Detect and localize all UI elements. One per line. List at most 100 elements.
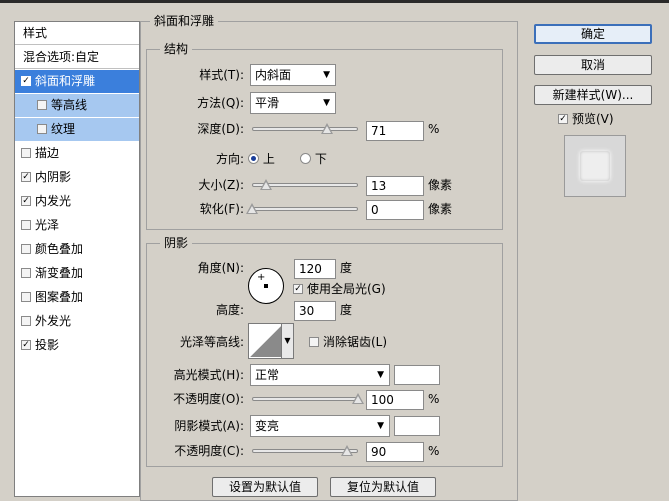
styles-list: 样式 混合选项:自定 斜面和浮雕 等高线 纹理 描边 内阴影 内发光 光泽 颜色… [14, 21, 140, 497]
bevel-emboss-checkbox[interactable] [21, 75, 31, 86]
angle-wheel[interactable]: + [248, 268, 284, 304]
anti-alias-checkbox[interactable] [309, 336, 319, 347]
size-input[interactable]: 13 [366, 176, 424, 196]
style-preview-swatch [580, 151, 610, 181]
angle-input[interactable]: 120 [294, 259, 336, 279]
style-item-pattern-overlay[interactable]: 图案叠加 [15, 286, 139, 309]
style-item-inner-glow[interactable]: 内发光 [15, 190, 139, 213]
gradient-overlay-label: 渐变叠加 [35, 266, 84, 280]
style-item-satin[interactable]: 光泽 [15, 214, 139, 237]
size-unit: 像素 [428, 178, 453, 192]
soften-slider[interactable] [246, 203, 358, 217]
altitude-unit: 度 [340, 303, 353, 317]
anti-alias-label: 消除锯齿(L) [323, 335, 388, 349]
style-item-texture[interactable]: 纹理 [15, 118, 139, 141]
style-item-contour[interactable]: 等高线 [15, 94, 139, 117]
shadow-color-swatch[interactable] [394, 416, 440, 436]
size-label: 大小(Z): [198, 178, 244, 192]
shadow-opacity-slider[interactable] [252, 445, 358, 459]
style-item-bevel-emboss[interactable]: 斜面和浮雕 [15, 70, 139, 93]
contour-label: 等高线 [51, 98, 88, 112]
color-overlay-checkbox[interactable] [21, 243, 31, 254]
chevron-down-icon: ▼ [323, 70, 330, 80]
outer-glow-checkbox[interactable] [21, 315, 31, 326]
highlight-color-swatch[interactable] [394, 365, 440, 385]
bevel-style-select[interactable]: 内斜面 ▼ [250, 64, 336, 86]
shadow-opacity-unit: % [428, 444, 440, 458]
technique-select[interactable]: 平滑 ▼ [250, 92, 336, 114]
texture-checkbox[interactable] [37, 123, 47, 134]
stroke-checkbox[interactable] [21, 147, 31, 158]
size-slider-thumb[interactable] [259, 179, 272, 190]
chevron-down-icon: ▼ [323, 98, 330, 108]
make-default-button[interactable]: 设置为默认值 [212, 477, 318, 497]
depth-slider-track [252, 127, 358, 131]
angle-wheel-center [264, 284, 268, 288]
style-item-drop-shadow[interactable]: 投影 [15, 334, 139, 357]
depth-slider-thumb[interactable] [321, 123, 334, 134]
size-slider[interactable] [252, 179, 358, 193]
layer-style-dialog: 样式 混合选项:自定 斜面和浮雕 等高线 纹理 描边 内阴影 内发光 光泽 颜色… [0, 3, 669, 501]
global-light-option[interactable]: 使用全局光(G) [293, 279, 386, 299]
shadow-mode-select[interactable]: 变亮 ▼ [250, 415, 390, 437]
inner-glow-checkbox[interactable] [21, 195, 31, 206]
reset-default-button[interactable]: 复位为默认值 [330, 477, 436, 497]
gloss-contour-picker[interactable]: ▼ [248, 323, 294, 359]
highlight-opacity-input[interactable]: 100 [366, 390, 424, 410]
blending-options-item[interactable]: 混合选项:自定 [15, 46, 139, 69]
pattern-overlay-checkbox[interactable] [21, 291, 31, 302]
style-label: 样式(T): [199, 68, 244, 82]
highlight-opacity-slider[interactable] [252, 393, 364, 407]
global-light-checkbox[interactable] [293, 283, 303, 294]
contour-checkbox[interactable] [37, 99, 47, 110]
highlight-opacity-label: 不透明度(O): [173, 392, 244, 406]
direction-up-option[interactable]: 上 [248, 149, 275, 169]
soften-slider-track [252, 207, 358, 211]
depth-slider[interactable] [252, 123, 358, 137]
altitude-input[interactable]: 30 [294, 301, 336, 321]
highlight-opacity-unit: % [428, 392, 440, 406]
cancel-button[interactable]: 取消 [534, 55, 652, 75]
shadow-opacity-thumb[interactable] [341, 445, 354, 456]
shadow-opacity-input[interactable]: 90 [366, 442, 424, 462]
shadow-mode-value: 变亮 [255, 419, 280, 433]
direction-up-radio[interactable] [248, 153, 259, 164]
chevron-down-icon: ▼ [377, 370, 384, 380]
anti-alias-option[interactable]: 消除锯齿(L) [309, 332, 387, 352]
direction-down-radio[interactable] [300, 153, 311, 164]
gradient-overlay-checkbox[interactable] [21, 267, 31, 278]
direction-down-option[interactable]: 下 [300, 149, 327, 169]
shadow-mode-label: 阴影模式(A): [174, 419, 244, 433]
ok-button[interactable]: 确定 [534, 24, 652, 44]
highlight-opacity-thumb[interactable] [352, 393, 364, 404]
style-item-stroke[interactable]: 描边 [15, 142, 139, 165]
style-item-color-overlay[interactable]: 颜色叠加 [15, 238, 139, 261]
preview-option[interactable]: 预览(V) [558, 109, 614, 129]
drop-shadow-checkbox[interactable] [21, 339, 31, 350]
satin-checkbox[interactable] [21, 219, 31, 230]
technique-value: 平滑 [255, 96, 280, 110]
depth-unit: % [428, 122, 440, 136]
new-style-button[interactable]: 新建样式(W)... [534, 85, 652, 105]
shading-title: 阴影 [160, 236, 193, 250]
style-item-outer-glow[interactable]: 外发光 [15, 310, 139, 333]
highlight-mode-select[interactable]: 正常 ▼ [250, 364, 390, 386]
style-item-inner-shadow[interactable]: 内阴影 [15, 166, 139, 189]
contour-curve-icon [250, 325, 282, 357]
depth-input[interactable]: 71 [366, 121, 424, 141]
crosshair-icon: + [257, 272, 266, 283]
soften-slider-thumb[interactable] [246, 203, 258, 214]
soften-input[interactable]: 0 [366, 200, 424, 220]
highlight-mode-label: 高光模式(H): [173, 368, 244, 382]
preview-checkbox[interactable] [558, 113, 568, 124]
color-overlay-label: 颜色叠加 [35, 242, 84, 256]
direction-down-label: 下 [314, 152, 327, 166]
altitude-label: 高度: [215, 303, 244, 317]
bevel-emboss-title: 斜面和浮雕 [150, 14, 219, 28]
chevron-down-icon[interactable]: ▼ [281, 324, 293, 358]
satin-label: 光泽 [35, 218, 60, 232]
chevron-down-icon: ▼ [377, 421, 384, 431]
angle-label: 角度(N): [197, 261, 244, 275]
inner-shadow-checkbox[interactable] [21, 171, 31, 182]
style-item-gradient-overlay[interactable]: 渐变叠加 [15, 262, 139, 285]
